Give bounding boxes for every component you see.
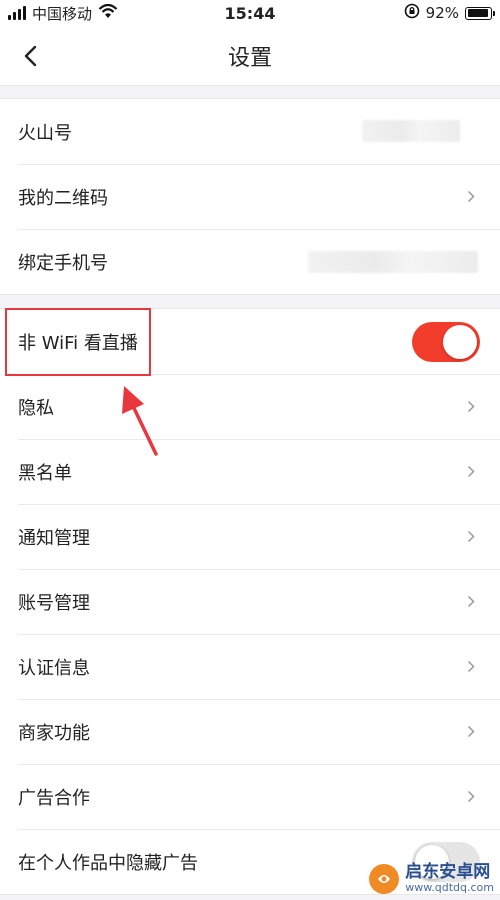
nav-bar: 设置: [0, 26, 500, 86]
battery-percent: 92%: [425, 4, 459, 22]
row-label: 广告合作: [18, 787, 90, 809]
page-title: 设置: [227, 45, 272, 71]
masked-value: [362, 120, 460, 142]
masked-value: [308, 251, 478, 273]
annotation-arrow-icon: [122, 386, 158, 456]
general-settings-group: 非 WiFi 看直播 隐私 黑名单 通知管理 账号管理 认证信息 商家功能 广告…: [0, 308, 500, 895]
chevron-right-icon: [464, 190, 478, 204]
toggle-knob: [443, 324, 477, 359]
settings-row-blacklist[interactable]: 黑名单: [0, 439, 500, 504]
signal-icon: [8, 6, 26, 20]
back-chevron-icon[interactable]: [23, 45, 37, 67]
row-label: 认证信息: [18, 657, 90, 679]
chevron-right-icon: [464, 400, 478, 414]
battery-icon: [465, 6, 495, 20]
settings-row-bind-phone[interactable]: 绑定手机号: [0, 229, 500, 294]
settings-row-privacy[interactable]: 隐私: [0, 374, 500, 439]
orientation-lock-icon: [404, 3, 420, 23]
watermark-url: www.qdtdq.com: [405, 881, 494, 895]
row-label: 商家功能: [18, 722, 90, 744]
row-label: 黑名单: [18, 462, 72, 484]
settings-row-account-management[interactable]: 账号管理: [0, 569, 500, 634]
status-time: 15:44: [224, 3, 276, 23]
chevron-right-icon: [464, 725, 478, 739]
chevron-right-icon: [464, 595, 478, 609]
status-bar: 中国移动 15:44 92%: [0, 0, 500, 26]
wifi-icon: [98, 3, 118, 23]
chevron-right-icon: [464, 465, 478, 479]
highlight-annotation-box: [5, 308, 151, 376]
non-wifi-live-toggle[interactable]: [412, 321, 480, 362]
account-settings-group: 火山号 我的二维码 绑定手机号: [0, 98, 500, 295]
watermark-name: 启东安卓网: [405, 862, 491, 883]
settings-row-merchant[interactable]: 商家功能: [0, 699, 500, 764]
settings-row-ad-cooperation[interactable]: 广告合作: [0, 764, 500, 829]
site-watermark: 启东安卓网 www.qdtdq.com: [369, 862, 494, 895]
row-label: 我的二维码: [18, 187, 108, 209]
watermark-logo-icon: [369, 864, 400, 894]
settings-row-notifications[interactable]: 通知管理: [0, 504, 500, 569]
row-label: 隐私: [18, 397, 54, 419]
row-label: 在个人作品中隐藏广告: [18, 852, 198, 874]
battery-level: [467, 9, 488, 17]
settings-row-huoshan-id[interactable]: 火山号: [0, 99, 500, 164]
carrier-name: 中国移动: [32, 4, 93, 23]
chevron-right-icon: [464, 530, 478, 544]
back-button[interactable]: [14, 40, 46, 72]
row-label: 通知管理: [18, 527, 90, 549]
settings-row-qr-code[interactable]: 我的二维码: [0, 164, 500, 229]
chevron-right-icon: [464, 790, 478, 804]
settings-row-verification[interactable]: 认证信息: [0, 634, 500, 699]
row-label: 账号管理: [18, 592, 90, 614]
chevron-right-icon: [464, 660, 478, 674]
